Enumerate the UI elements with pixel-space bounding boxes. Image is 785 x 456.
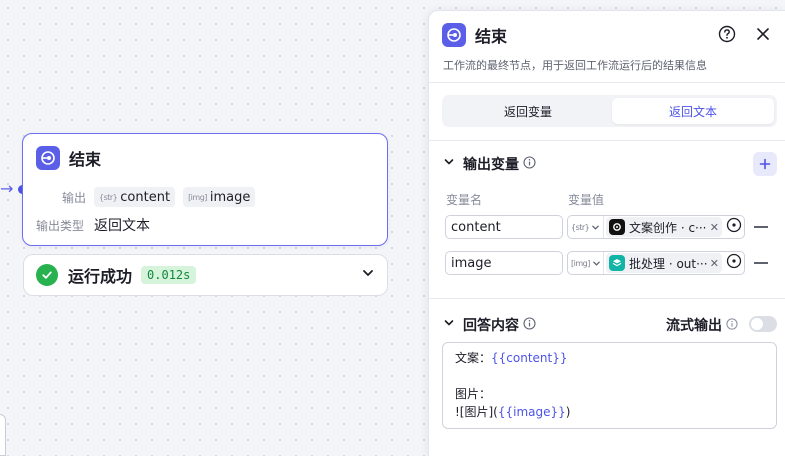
variable-reference-chip[interactable]: 批处理 · out··· ✕ bbox=[606, 253, 722, 273]
node-output-type-row: 输出类型 返回文本 bbox=[36, 215, 150, 235]
image-type-icon: [img] bbox=[188, 192, 207, 202]
output-type-value: 返回文本 bbox=[94, 218, 150, 234]
output-section-header[interactable]: 输出变量 bbox=[443, 154, 536, 174]
node-output-row: 输出 {str} content [img] image bbox=[36, 187, 263, 207]
output-tag-image: [img] image bbox=[183, 187, 256, 207]
target-icon[interactable] bbox=[726, 217, 742, 237]
variable-name-input[interactable]: content bbox=[445, 215, 563, 239]
variable-value-selector[interactable]: {str} 文案创作 · c··· ✕ bbox=[567, 215, 745, 239]
reference-text: 批处理 · out··· bbox=[629, 256, 708, 271]
target-icon[interactable] bbox=[726, 253, 742, 273]
end-node-card[interactable]: 结束 输出 {str} content [img] image 输出类型 返回文… bbox=[22, 133, 388, 246]
answer-section-header[interactable]: 回答内容 bbox=[443, 315, 536, 335]
output-type-label: 输出类型 bbox=[36, 218, 85, 233]
info-icon[interactable] bbox=[523, 316, 536, 334]
success-check-icon bbox=[36, 264, 58, 286]
variable-reference-chip[interactable]: 文案创作 · c··· ✕ bbox=[606, 217, 722, 237]
output-section-title: 输出变量 bbox=[463, 157, 519, 173]
answer-line: 文案：{{content}} bbox=[455, 351, 568, 365]
status-text: 运行成功 bbox=[68, 267, 133, 286]
panel-title: 结束 bbox=[475, 27, 508, 46]
streaming-output-toggle[interactable] bbox=[749, 316, 777, 332]
column-header-value: 变量值 bbox=[568, 193, 605, 207]
end-node-icon bbox=[442, 23, 466, 47]
string-type-icon: {str} bbox=[571, 222, 590, 232]
tab-return-text[interactable]: 返回文本 bbox=[612, 98, 774, 124]
chevron-down-icon[interactable] bbox=[443, 317, 455, 333]
answer-section-title: 回答内容 bbox=[463, 318, 519, 334]
variable-value-selector[interactable]: [img] 批处理 · out··· ✕ bbox=[567, 251, 745, 275]
chevron-down-icon bbox=[593, 261, 600, 266]
close-icon[interactable]: ✕ bbox=[710, 221, 719, 234]
image-type-icon: [img] bbox=[571, 258, 590, 268]
ai-logo-icon bbox=[609, 219, 625, 235]
type-select[interactable]: [img] bbox=[568, 252, 604, 274]
output-tag-content: {str} content bbox=[94, 187, 176, 207]
add-variable-button[interactable] bbox=[753, 152, 777, 176]
status-duration-badge: 0.012s bbox=[141, 266, 197, 284]
close-icon[interactable] bbox=[755, 26, 771, 42]
template-variable: {{content}} bbox=[491, 351, 568, 365]
toggle-knob bbox=[751, 318, 763, 330]
streaming-output-label: 流式输出 bbox=[666, 318, 722, 334]
string-type-icon: {str} bbox=[99, 192, 118, 202]
panel-description: 工作流的最终节点，用于返回工作流运行后的结果信息 bbox=[443, 59, 707, 72]
type-select[interactable]: {str} bbox=[568, 216, 604, 238]
divider bbox=[429, 298, 785, 299]
info-icon[interactable] bbox=[726, 318, 738, 334]
reference-text: 文案创作 · c··· bbox=[629, 220, 707, 235]
close-icon[interactable]: ✕ bbox=[710, 257, 719, 270]
answer-line bbox=[455, 367, 764, 385]
help-icon[interactable] bbox=[718, 25, 736, 43]
template-variable: {{image}} bbox=[497, 405, 566, 419]
output-label: 输出 bbox=[61, 190, 86, 205]
info-icon[interactable] bbox=[523, 155, 536, 173]
divider bbox=[429, 82, 785, 83]
plus-icon bbox=[759, 158, 771, 170]
answer-content-editor[interactable]: 文案：{{content}} 图片： ![图片]({{image}}) bbox=[442, 342, 777, 429]
column-header-name: 变量名 bbox=[446, 193, 483, 207]
edge-arrow-icon: → bbox=[0, 179, 14, 198]
chevron-down-icon bbox=[592, 225, 600, 230]
remove-variable-button[interactable] bbox=[754, 226, 768, 228]
chevron-down-icon[interactable] bbox=[361, 266, 375, 284]
partial-node-edge bbox=[0, 414, 6, 456]
answer-line: 图片： bbox=[455, 387, 492, 401]
node-title: 结束 bbox=[69, 150, 102, 169]
remove-variable-button[interactable] bbox=[754, 262, 768, 264]
layers-icon bbox=[609, 255, 625, 271]
chevron-down-icon[interactable] bbox=[443, 156, 455, 172]
end-node-icon bbox=[36, 146, 60, 170]
node-config-panel: 结束 工作流的最终节点，用于返回工作流运行后的结果信息 返回变量 返回文本 输出… bbox=[428, 10, 785, 456]
return-mode-tabs: 返回变量 返回文本 bbox=[442, 95, 777, 127]
variable-name-input[interactable]: image bbox=[445, 251, 563, 275]
answer-line: ![图片]({{image}}) bbox=[455, 405, 571, 419]
divider bbox=[429, 140, 785, 141]
run-status-bar[interactable]: 运行成功 0.012s bbox=[23, 254, 388, 296]
tab-return-variables[interactable]: 返回变量 bbox=[447, 98, 609, 124]
